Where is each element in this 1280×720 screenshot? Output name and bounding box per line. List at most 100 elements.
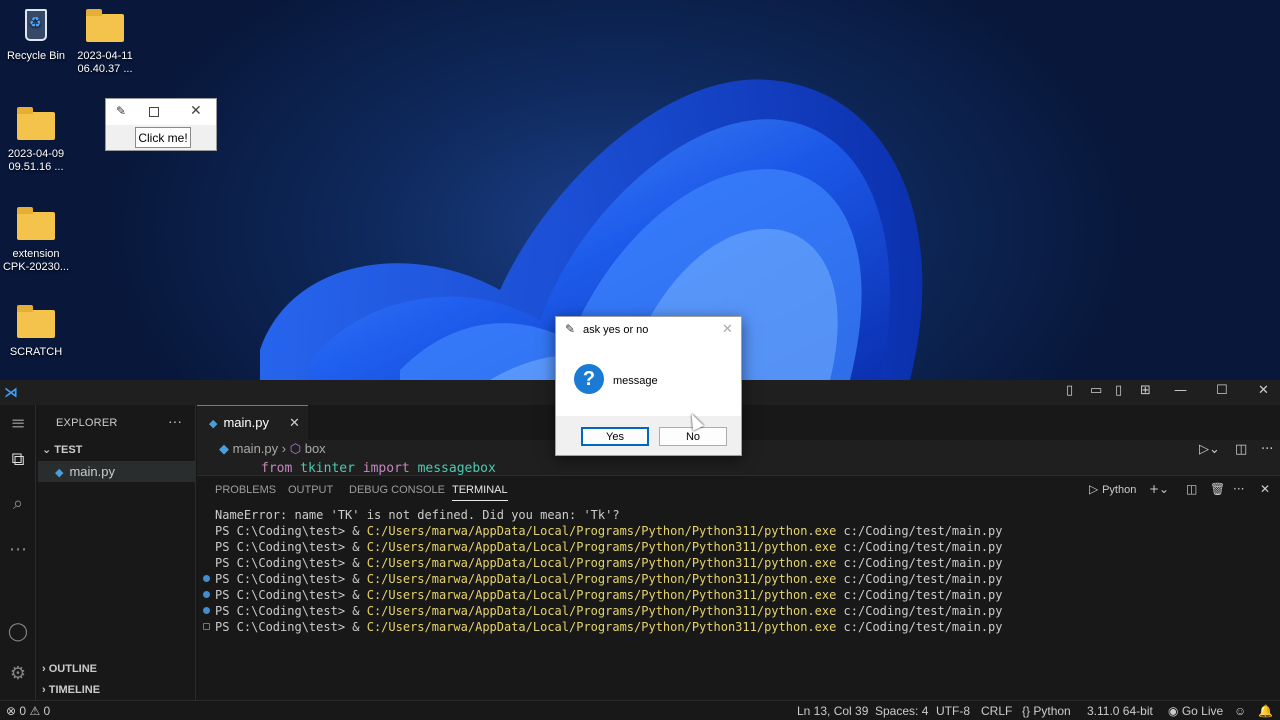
tab-problems[interactable]: PROBLEMS [215, 484, 276, 496]
terminal-panel: PROBLEMS OUTPUT DEBUG CONSOLE TERMINAL ▷… [197, 475, 1280, 700]
terminal-output[interactable]: NameError: name 'TK' is not defined. Did… [203, 507, 1003, 635]
toggle-secondary-sidebar-icon[interactable]: ▯ [1115, 383, 1122, 398]
minimize-icon[interactable]: — [1174, 383, 1187, 398]
terminal-line: PS C:\Coding\test> & C:/Users/marwa/AppD… [215, 540, 1003, 554]
cursor-position[interactable]: Ln 13, Col 39 [797, 704, 868, 718]
trash-icon[interactable]: 🗑 [1210, 482, 1225, 496]
tk-window-titlebar: ✎ ✕ [106, 99, 216, 125]
code-line[interactable]: from tkinter import messagebox [261, 461, 496, 475]
desktop-icon-file-2[interactable]: 2023-04-09 09.51.16 ... [0, 104, 72, 174]
folder-icon [17, 305, 55, 338]
terminal-line: NameError: name 'TK' is not defined. Did… [215, 508, 620, 522]
desktop-icon-scratch[interactable]: SCRATCH [0, 302, 72, 359]
python-interpreter[interactable]: 3.11.0 64-bit [1087, 704, 1153, 718]
activity-bar: ≡ ⧉ ⌕ ⋯ ◯ ⚙ [0, 405, 36, 700]
more-actions-icon[interactable]: ··· [168, 413, 182, 429]
question-icon: ? [574, 364, 604, 394]
error-icon: ⊗ [6, 704, 17, 718]
file-main-py[interactable]: ◆ main.py [38, 461, 195, 482]
settings-gear-icon[interactable]: ⚙ [7, 663, 29, 685]
code-token: messagebox [417, 461, 496, 475]
breadcrumb-symbol[interactable]: box [305, 441, 326, 456]
problems-status[interactable]: ⊗ 0 ⚠ 0 [6, 704, 50, 718]
search-icon[interactable]: ⌕ [7, 493, 29, 515]
run-icon[interactable]: ▷⌄ [1199, 442, 1220, 457]
toggle-sidebar-icon[interactable]: ▯ [1066, 383, 1073, 398]
click-me-button[interactable]: Click me! [135, 127, 191, 148]
close-icon[interactable]: ✕ [1258, 383, 1269, 398]
python-file-icon: ◆ [55, 467, 64, 479]
dialog-message: message [613, 375, 658, 387]
tab-debug-console[interactable]: DEBUG CONSOLE [349, 484, 445, 496]
explorer-sidebar: EXPLORER ··· ⌄ TEST ◆ main.py › OUTLINE ›… [36, 405, 196, 700]
explorer-icon[interactable]: ⧉ [7, 449, 29, 471]
dialog-title: ask yes or no [583, 324, 649, 336]
end-of-line[interactable]: CRLF [981, 704, 1012, 718]
outline-section[interactable]: › OUTLINE [42, 663, 97, 675]
ask-yes-no-dialog: ✎ ask yes or no ✕ ? message Yes No [555, 316, 742, 456]
split-editor-icon[interactable]: ◫ [1235, 442, 1247, 457]
command-decoration-icon[interactable] [203, 623, 210, 630]
more-actions-icon[interactable]: ··· [1233, 482, 1244, 496]
feather-icon: ✎ [116, 104, 127, 118]
chevron-right-icon: › [42, 684, 46, 696]
tk-window: ✎ ✕ Click me! [105, 98, 217, 151]
language-mode[interactable]: {} Python [1022, 704, 1071, 718]
desktop-icon-recycle-bin[interactable]: Recycle Bin [0, 6, 72, 63]
account-icon[interactable]: ◯ [7, 621, 29, 643]
command-decoration-icon[interactable] [203, 607, 210, 614]
symbol-icon: ⬡ [289, 441, 302, 456]
breadcrumb-file[interactable]: main.py [233, 441, 279, 456]
dialog-body: ? message [556, 343, 741, 416]
more-icon[interactable]: ⋯ [7, 539, 29, 561]
tab-output[interactable]: OUTPUT [288, 484, 333, 496]
close-tab-icon[interactable]: ✕ [289, 406, 300, 440]
python-file-icon: ◆ [209, 418, 218, 430]
close-icon[interactable]: ✕ [190, 102, 202, 119]
status-bar: ⊗ 0 ⚠ 0 Ln 13, Col 39 Spaces: 4 UTF-8 CR… [0, 700, 1280, 720]
folder-icon [17, 207, 55, 240]
breadcrumb: ◆ main.py › ⬡ box [219, 441, 326, 457]
vscode-logo-icon: ⋊ [4, 384, 18, 400]
desktop-icon-label: Recycle Bin [6, 50, 66, 62]
desktop-icon-extension[interactable]: extension CPK-20230... [0, 204, 72, 274]
command-decoration-icon[interactable] [203, 591, 210, 598]
desktop-icon-label: 2023-04-11 06.40.37 ... [77, 50, 133, 75]
code-token: from [261, 461, 293, 475]
tab-main-py[interactable]: ◆ main.py ✕ [197, 405, 308, 440]
code-token: tkinter [300, 461, 355, 475]
customize-layout-icon[interactable]: ⊞ [1140, 383, 1151, 398]
terminal-line: PS C:\Coding\test> & C:/Users/marwa/AppD… [215, 556, 1003, 570]
desktop-icon-file-1[interactable]: 2023-04-11 06.40.37 ... [69, 6, 141, 76]
maximize-icon[interactable] [149, 107, 159, 117]
terminal-line: PS C:\Coding\test> & C:/Users/marwa/AppD… [203, 587, 1003, 603]
warning-icon: ⚠ [29, 704, 41, 718]
maximize-icon[interactable]: ☐ [1216, 383, 1228, 398]
tab-terminal[interactable]: TERMINAL [452, 484, 508, 501]
chevron-right-icon: › [281, 441, 290, 456]
terminal-shell-selector[interactable]: ▷ Python [1089, 482, 1136, 496]
more-actions-icon[interactable]: ··· [1261, 442, 1273, 457]
close-panel-icon[interactable]: ✕ [1260, 482, 1270, 496]
go-live-button[interactable]: ◉ Go Live [1168, 704, 1223, 718]
chevron-down-icon: ⌄ [42, 444, 52, 456]
timeline-section[interactable]: › TIMELINE [42, 684, 100, 696]
desktop-icon-label: 2023-04-09 09.51.16 ... [7, 148, 65, 173]
new-terminal-icon[interactable]: +⌄ [1149, 482, 1169, 496]
close-icon[interactable]: ✕ [722, 321, 733, 337]
split-terminal-icon[interactable]: ◫ [1186, 482, 1197, 496]
feedback-icon[interactable]: ☺ [1234, 704, 1246, 718]
chevron-right-icon: › [42, 663, 46, 675]
python-file-icon: ◆ [219, 441, 229, 456]
toggle-panel-icon[interactable]: ▭ [1090, 383, 1102, 398]
yes-button[interactable]: Yes [581, 427, 649, 446]
command-decoration-icon[interactable] [203, 575, 210, 582]
encoding[interactable]: UTF-8 [936, 704, 970, 718]
feather-icon: ✎ [565, 322, 576, 336]
menu-icon[interactable]: ≡ [7, 413, 29, 435]
notifications-bell-icon[interactable]: 🔔 [1258, 704, 1273, 718]
indentation[interactable]: Spaces: 4 [875, 704, 928, 718]
folder-test[interactable]: ⌄ TEST [42, 443, 82, 456]
dialog-titlebar: ✎ ask yes or no ✕ [556, 317, 741, 343]
terminal-line: PS C:\Coding\test> & C:/Users/marwa/AppD… [203, 603, 1003, 619]
